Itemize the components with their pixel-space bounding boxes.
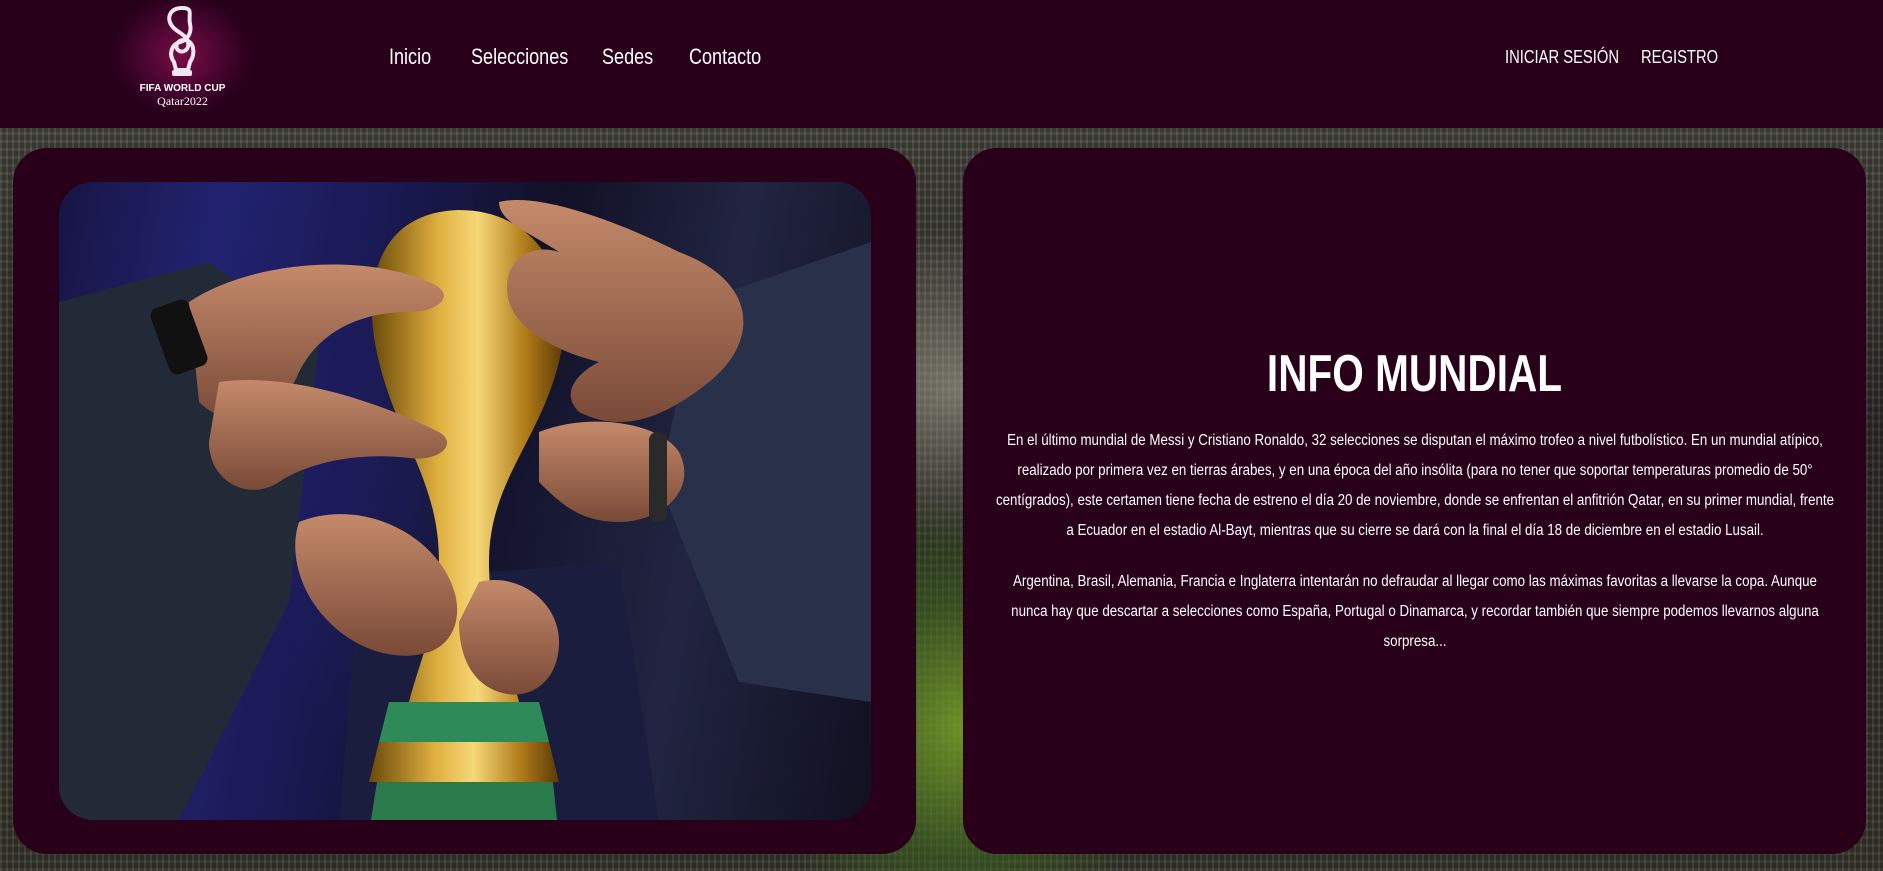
trophy-hands-illustration: [59, 200, 871, 820]
info-paragraph-1-text: En el último mundial de Messi y Cristian…: [995, 432, 1835, 539]
image-card: [13, 148, 916, 854]
register-link[interactable]: REGISTRO: [1641, 47, 1718, 68]
trophy-photo: [59, 182, 871, 820]
nav-link-selecciones[interactable]: Selecciones: [471, 44, 568, 70]
login-link[interactable]: INICIAR SESIÓN: [1505, 47, 1619, 68]
info-paragraph-1: En el último mundial de Messi y Cristian…: [993, 426, 1836, 546]
trophy-logo-icon: [167, 5, 196, 76]
info-card: INFO MUNDIAL En el último mundial de Mes…: [963, 148, 1866, 854]
nav-link-sedes[interactable]: Sedes: [602, 44, 653, 70]
fifa-world-cup-logo[interactable]: FIFA WORLD CUP Qatar2022: [100, 0, 265, 118]
info-paragraph-2: Argentina, Brasil, Alemania, Francia e I…: [993, 567, 1836, 657]
info-title: INFO MUNDIAL: [1266, 345, 1563, 403]
nav-link-inicio[interactable]: Inicio: [389, 44, 431, 70]
info-paragraph-2-text: Argentina, Brasil, Alemania, Francia e I…: [1011, 573, 1819, 650]
logo-subtitle: Qatar2022: [157, 94, 208, 108]
navbar: FIFA WORLD CUP Qatar2022 Inicio Seleccio…: [0, 0, 1883, 128]
logo-title: FIFA WORLD CUP: [139, 83, 226, 94]
nav-link-contacto[interactable]: Contacto: [689, 44, 761, 70]
